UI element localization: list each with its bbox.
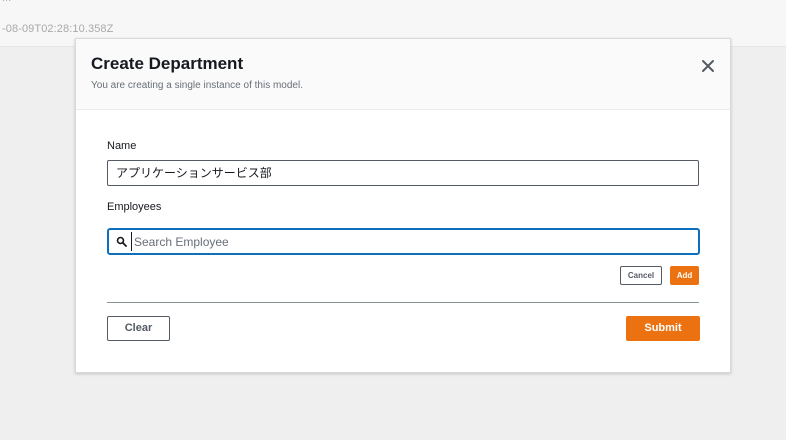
name-label: Name — [107, 140, 137, 152]
employee-search-input[interactable] — [131, 232, 694, 251]
name-input[interactable]: アプリケーションサービス部 — [107, 160, 699, 186]
divider — [107, 302, 699, 303]
clear-button[interactable]: Clear — [107, 316, 170, 341]
cancel-button[interactable]: Cancel — [620, 266, 662, 285]
submit-button[interactable]: Submit — [626, 316, 700, 341]
close-icon — [702, 60, 714, 72]
background-timestamp: -08-09T02:28:10.358Z — [2, 23, 114, 35]
background-cut-text: ... — [2, 0, 11, 4]
employees-label: Employees — [107, 201, 162, 213]
create-department-modal: Create Department You are creating a sin… — [75, 38, 731, 373]
modal-header: Create Department You are creating a sin… — [76, 39, 730, 110]
modal-subtitle: You are creating a single instance of th… — [91, 80, 303, 91]
close-button[interactable] — [698, 56, 718, 76]
add-button[interactable]: Add — [670, 266, 699, 285]
search-icon — [116, 236, 127, 247]
employee-search-box[interactable] — [107, 228, 700, 255]
modal-title: Create Department — [91, 54, 244, 73]
